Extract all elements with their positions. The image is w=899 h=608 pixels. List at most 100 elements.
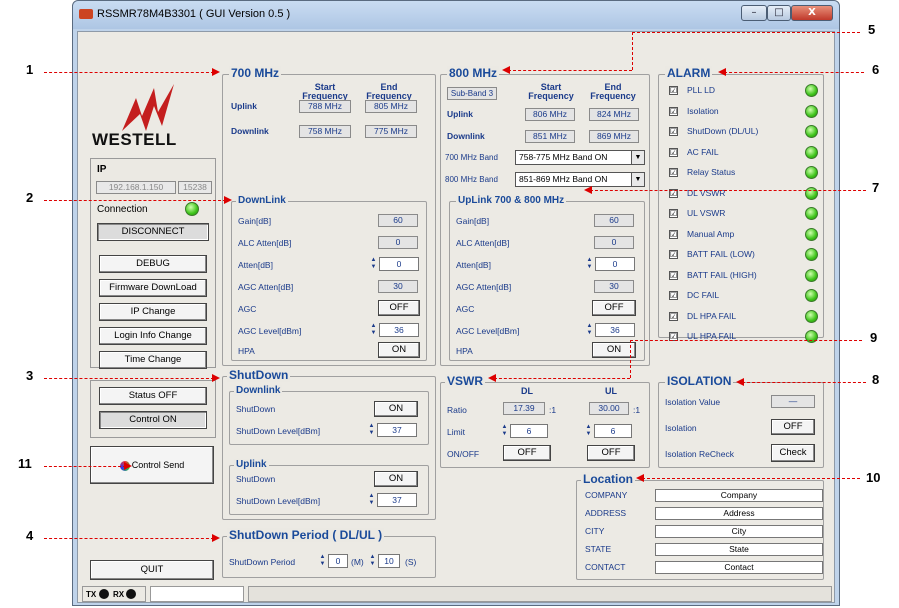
ul-agc-level-label: AGC Level[dBm] — [456, 326, 520, 336]
ul-alc-field: 0 — [594, 236, 634, 249]
callout-1-arrow-icon — [212, 68, 220, 76]
control-on-button[interactable]: Control ON — [99, 411, 207, 429]
debug-button[interactable]: DEBUG — [99, 255, 207, 273]
logo-text: WESTELL — [92, 130, 177, 149]
tx-rx-indicator: TX RX — [82, 586, 146, 602]
location-field[interactable]: City — [655, 525, 823, 538]
alarm-checkbox[interactable]: ☑ — [669, 270, 678, 280]
dl-hpa-button[interactable]: ON — [378, 342, 420, 358]
shutdown-period-sec-spinner[interactable]: ▲ ▼ 10 — [369, 554, 403, 568]
rx-led-icon — [126, 589, 136, 599]
login-info-change-button[interactable]: Login Info Change — [99, 327, 207, 345]
dl-shutdown-button[interactable]: ON — [374, 401, 418, 417]
downlink-label-700: Downlink — [231, 126, 269, 136]
minimize-button[interactable]: – — [741, 5, 767, 21]
alarm-checkbox[interactable]: ☑ — [669, 168, 678, 177]
alarm-checkbox[interactable]: ☑ — [669, 147, 678, 157]
vswr-dl-limit-spinner[interactable]: ▲ ▼ 6 — [501, 424, 551, 438]
subband-field: Sub-Band 3 — [447, 87, 497, 100]
isolation-button[interactable]: OFF — [771, 419, 815, 435]
alarm-label: Manual Amp — [687, 228, 735, 239]
westell-logo: WESTELL — [92, 76, 202, 150]
ul-atten-spinner[interactable]: ▲ ▼ 0 — [586, 257, 636, 271]
callout-10-arrow-icon — [636, 474, 644, 482]
dl-shutdown-level-label: ShutDown Level[dBm] — [236, 426, 321, 436]
alarm-row: ☑ DL VSWR — [669, 186, 819, 202]
callout-8-line — [742, 382, 866, 383]
end-frequency-header-800: End Frequency — [590, 82, 636, 101]
ul-end-700: 805 MHz — [365, 100, 417, 113]
alarm-checkbox[interactable]: ☑ — [669, 229, 678, 239]
alarm-label: Isolation — [687, 105, 719, 116]
ul-gain-label: Gain[dB] — [456, 216, 490, 226]
alarm-checkbox[interactable]: ☑ — [669, 106, 678, 116]
alarm-row: ☑ AC FAIL — [669, 145, 819, 161]
ip-change-button[interactable]: IP Change — [99, 303, 207, 321]
ul-agc-button[interactable]: OFF — [592, 300, 636, 316]
band800-label: 800 MHz Band — [445, 175, 498, 184]
callout-11-arrow-icon — [124, 462, 132, 470]
alarm-label: DL HPA FAIL — [687, 310, 737, 321]
dl-hpa-label: HPA — [238, 346, 255, 356]
alarm-checkbox[interactable]: ☑ — [669, 127, 678, 136]
location-field[interactable]: Company — [655, 489, 823, 502]
uplink-label-800: Uplink — [447, 109, 473, 119]
downlink-label-800: Downlink — [447, 131, 485, 141]
callout-1-line — [44, 72, 214, 73]
group-700mhz-title: 700 MHz — [229, 66, 282, 80]
client-area: WESTELL IP 192.168.1.150 15238 Connectio… — [77, 31, 835, 603]
shutdown-period-min-spinner[interactable]: ▲ ▼ 0 — [319, 554, 349, 568]
ip-port-field[interactable]: 15238 — [178, 181, 212, 194]
title-bar: RSSMR78M4B3301 ( GUI Version 0.5 ) – □ X — [73, 1, 839, 29]
ul-agc-level-spinner[interactable]: ▲ ▼ 36 — [586, 323, 636, 337]
maximize-button[interactable]: □ — [767, 5, 791, 21]
callout-5-line-top — [632, 32, 860, 33]
callout-8-arrow-icon — [736, 378, 744, 386]
dl-agc-button[interactable]: OFF — [378, 300, 420, 316]
firmware-download-button[interactable]: Firmware DownLoad — [99, 279, 207, 297]
dl-shutdown-level-spinner[interactable]: ▲ ▼ 37 — [368, 423, 418, 437]
dl-agc-atten-field: 30 — [378, 280, 418, 293]
shutdown-period-title: ShutDown Period ( DL/UL ) — [227, 528, 385, 542]
location-field[interactable]: State — [655, 543, 823, 556]
vswr-dl-ratio: 17.39 — [503, 402, 545, 415]
callout-3: 3 — [26, 368, 34, 383]
alarm-label: DC FAIL — [687, 290, 720, 300]
control-send-button[interactable]: Control Send — [90, 446, 214, 484]
alarm-checkbox[interactable]: ☑ — [669, 86, 678, 95]
callout-6: 6 — [872, 62, 880, 77]
quit-button[interactable]: QUIT — [90, 560, 214, 580]
location-field[interactable]: Address — [655, 507, 823, 520]
band800-select[interactable]: 851-869 MHz Band ON ▼ — [515, 172, 645, 187]
callout-6-arrow-icon — [718, 68, 726, 76]
time-change-button[interactable]: Time Change — [99, 351, 207, 369]
isolation-check-button[interactable]: Check — [771, 444, 815, 462]
band700-select[interactable]: 758-775 MHz Band ON ▼ — [515, 150, 645, 165]
vswr-limit-label: Limit — [447, 427, 465, 437]
ul-shutdown-level-spinner[interactable]: ▲ ▼ 37 — [368, 493, 418, 507]
group-uplink: UpLink 700 & 800 MHz Gain[dB] 60 ALC Att… — [449, 195, 645, 361]
alarm-checkbox[interactable]: ☑ — [669, 291, 678, 300]
callout-7: 7 — [872, 180, 880, 195]
location-field[interactable]: Contact — [655, 561, 823, 574]
ip-address-field[interactable]: 192.168.1.150 — [96, 181, 176, 194]
disconnect-button[interactable]: DISCONNECT — [97, 223, 209, 241]
vswr-dl-onoff-button[interactable]: OFF — [503, 445, 551, 461]
alarm-checkbox[interactable]: ☑ — [669, 209, 678, 218]
tx-led-icon — [99, 589, 109, 599]
status-off-button[interactable]: Status OFF — [99, 387, 207, 405]
alarm-row: ☑ ShutDown (DL/UL) — [669, 124, 819, 140]
shutdown-period-min-unit: (M) — [351, 557, 364, 567]
alarm-led-icon — [805, 125, 818, 138]
callout-8: 8 — [872, 372, 880, 387]
location-label: STATE — [585, 544, 612, 554]
dl-atten-spinner[interactable]: ▲ ▼ 0 — [370, 257, 420, 271]
window-title: RSSMR78M4B3301 ( GUI Version 0.5 ) — [97, 8, 291, 20]
ul-shutdown-button[interactable]: ON — [374, 471, 418, 487]
vswr-ul-limit-spinner[interactable]: ▲ ▼ 6 — [585, 424, 635, 438]
alarm-checkbox[interactable]: ☑ — [669, 311, 678, 321]
close-button[interactable]: X — [791, 5, 833, 21]
alarm-checkbox[interactable]: ☑ — [669, 250, 678, 259]
vswr-ul-onoff-button[interactable]: OFF — [587, 445, 635, 461]
dl-agc-level-spinner[interactable]: ▲ ▼ 36 — [370, 323, 420, 337]
